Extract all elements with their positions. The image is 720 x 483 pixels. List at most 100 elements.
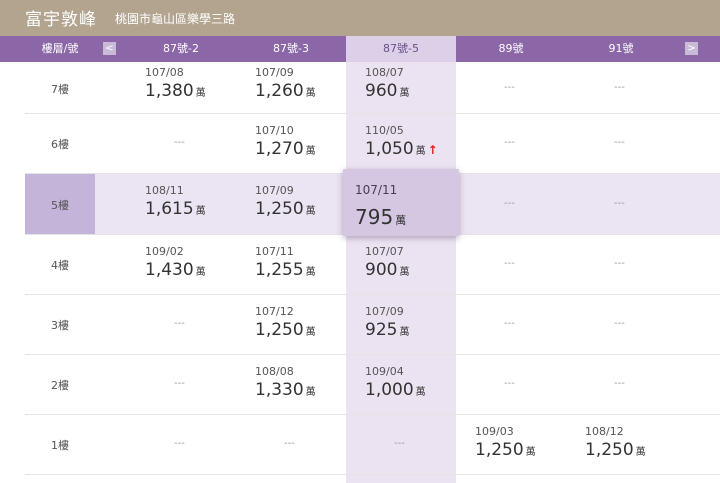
transaction-price: 1,250 萬 bbox=[475, 440, 536, 460]
empty-cell: --- bbox=[614, 378, 625, 389]
empty-cell: --- bbox=[504, 82, 515, 93]
transaction-price: 1,250 萬 bbox=[255, 320, 316, 340]
price-cell[interactable]: 109/04 1,000 萬 bbox=[365, 365, 426, 400]
transaction-price: 1,050 萬 ↑ bbox=[365, 139, 438, 159]
price-value: 1,255 bbox=[255, 260, 304, 280]
price-value: 1,430 bbox=[145, 260, 194, 280]
column-unit-1[interactable]: 87號-2 bbox=[126, 36, 236, 62]
floor-column-label: 樓層/號 bbox=[41, 42, 79, 55]
price-unit: 萬 bbox=[415, 146, 426, 157]
transaction-price: 1,270 萬 bbox=[255, 139, 316, 159]
price-cell[interactable]: 109/03 1,250 萬 bbox=[475, 425, 536, 460]
empty-cell: --- bbox=[504, 318, 515, 329]
empty-cell: --- bbox=[614, 137, 625, 148]
transaction-date: 109/04 bbox=[365, 365, 404, 378]
column-unit-3-selected[interactable]: 87號-5 bbox=[346, 36, 456, 62]
transaction-date: 108/12 bbox=[585, 425, 624, 438]
floor-label[interactable]: 3樓 bbox=[25, 317, 95, 333]
price-unit: 萬 bbox=[305, 327, 316, 338]
price-cell[interactable]: 107/09 1,250 萬 bbox=[255, 184, 316, 219]
price-value: 1,250 bbox=[475, 440, 524, 460]
column-header-bar: 樓層/號 < 87號-2 87號-3 87號-5 89號 91號 > bbox=[0, 36, 720, 62]
floor-label[interactable]: 4樓 bbox=[25, 257, 95, 273]
price-cell[interactable]: 108/12 1,250 萬 bbox=[585, 425, 646, 460]
empty-cell: --- bbox=[284, 438, 295, 449]
price-unit: 萬 bbox=[305, 88, 316, 99]
transaction-price: 1,250 萬 bbox=[585, 440, 646, 460]
price-cell[interactable]: 107/10 1,270 萬 bbox=[255, 124, 316, 159]
price-cell[interactable]: 107/08 1,380 萬 bbox=[145, 66, 206, 101]
price-unit: 萬 bbox=[305, 206, 316, 217]
empty-cell: --- bbox=[504, 378, 515, 389]
floor-label[interactable]: 5樓 bbox=[25, 197, 95, 213]
price-cell[interactable]: 110/05 1,050 萬 ↑ bbox=[365, 124, 438, 159]
row-divider bbox=[25, 294, 720, 295]
price-unit: 萬 bbox=[305, 267, 316, 278]
transaction-date: 108/11 bbox=[145, 184, 184, 197]
selected-price-cell[interactable]: 107/11 795 萬 bbox=[343, 169, 459, 236]
price-value: 1,380 bbox=[145, 81, 194, 101]
empty-cell: --- bbox=[394, 438, 405, 449]
price-cell[interactable]: 108/08 1,330 萬 bbox=[255, 365, 316, 400]
price-cell[interactable]: 107/12 1,250 萬 bbox=[255, 305, 316, 340]
price-cell[interactable]: 108/07 960 萬 bbox=[365, 66, 409, 101]
transaction-price: 1,260 萬 bbox=[255, 81, 316, 101]
floor-label[interactable]: 7樓 bbox=[25, 81, 95, 97]
transaction-price: 960 萬 bbox=[365, 81, 409, 101]
building-address: 桃園市龜山區樂學三路 bbox=[115, 12, 236, 26]
price-cell[interactable]: 109/02 1,430 萬 bbox=[145, 245, 206, 280]
row-divider bbox=[25, 354, 720, 355]
row-divider bbox=[25, 414, 720, 415]
transaction-price: 795 萬 bbox=[355, 205, 406, 229]
price-unit: 萬 bbox=[195, 206, 206, 217]
transaction-price: 1,380 萬 bbox=[145, 81, 206, 101]
floor-label[interactable]: 6樓 bbox=[25, 136, 95, 152]
transaction-price: 925 萬 bbox=[365, 320, 409, 340]
floor-label[interactable]: 2樓 bbox=[25, 377, 95, 393]
column-unit-2[interactable]: 87號-3 bbox=[236, 36, 346, 62]
price-value: 1,250 bbox=[585, 440, 634, 460]
column-unit-5[interactable]: 91號 bbox=[566, 36, 676, 62]
empty-cell: --- bbox=[504, 258, 515, 269]
price-cell[interactable]: 107/09 1,260 萬 bbox=[255, 66, 316, 101]
transaction-price: 900 萬 bbox=[365, 260, 409, 280]
price-unit: 萬 bbox=[305, 146, 316, 157]
transaction-date: 107/09 bbox=[365, 305, 404, 318]
price-cell[interactable]: 108/11 1,615 萬 bbox=[145, 184, 206, 219]
price-unit: 萬 bbox=[399, 88, 410, 99]
price-unit: 萬 bbox=[305, 387, 316, 398]
price-value: 1,260 bbox=[255, 81, 304, 101]
transaction-date: 107/08 bbox=[145, 66, 184, 79]
price-unit: 萬 bbox=[195, 267, 206, 278]
price-unit: 萬 bbox=[395, 214, 407, 227]
chevron-right-icon[interactable]: > bbox=[685, 42, 698, 55]
price-value: 960 bbox=[365, 81, 398, 101]
price-unit: 萬 bbox=[525, 447, 536, 458]
price-unit: 萬 bbox=[399, 267, 410, 278]
empty-cell: --- bbox=[614, 258, 625, 269]
empty-cell: --- bbox=[174, 378, 185, 389]
price-value: 1,050 bbox=[365, 139, 414, 159]
transaction-price: 1,330 萬 bbox=[255, 380, 316, 400]
transaction-date: 107/09 bbox=[255, 66, 294, 79]
building-title: 富宇敦峰 bbox=[25, 10, 97, 30]
price-cell[interactable]: 107/11 1,255 萬 bbox=[255, 245, 316, 280]
price-cell[interactable]: 107/09 925 萬 bbox=[365, 305, 409, 340]
column-unit-4[interactable]: 89號 bbox=[456, 36, 566, 62]
empty-cell: --- bbox=[174, 438, 185, 449]
row-divider bbox=[25, 113, 720, 114]
price-unit: 萬 bbox=[415, 387, 426, 398]
price-unit: 萬 bbox=[195, 88, 206, 99]
price-value: 1,270 bbox=[255, 139, 304, 159]
price-value: 900 bbox=[365, 260, 398, 280]
page-header: 富宇敦峰 桃園市龜山區樂學三路 bbox=[0, 0, 720, 36]
chevron-left-icon[interactable]: < bbox=[103, 42, 116, 55]
empty-cell: --- bbox=[174, 137, 185, 148]
floor-label[interactable]: 1樓 bbox=[25, 437, 95, 453]
transaction-date: 107/12 bbox=[255, 305, 294, 318]
transaction-date: 109/03 bbox=[475, 425, 514, 438]
price-cell[interactable]: 107/07 900 萬 bbox=[365, 245, 409, 280]
price-unit: 萬 bbox=[399, 327, 410, 338]
empty-cell: --- bbox=[504, 137, 515, 148]
price-value: 1,250 bbox=[255, 320, 304, 340]
